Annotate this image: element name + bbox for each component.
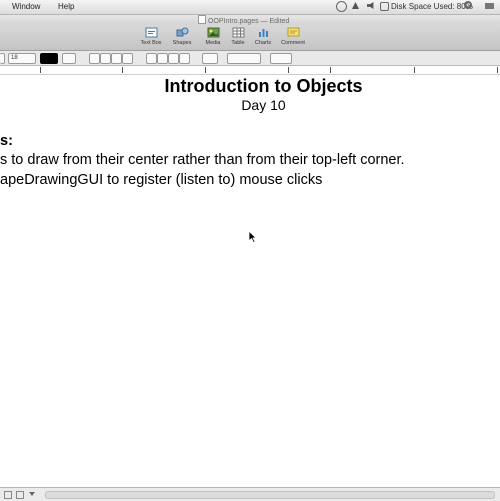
window-title: OOPIntro.pages — Edited [198,15,289,25]
align-justify-button[interactable] [179,53,190,64]
ruler-mark [205,67,206,73]
page-title[interactable]: Introduction to Objects [0,76,500,97]
italic-button[interactable] [100,53,111,64]
media-icon [207,27,219,38]
eject-icon[interactable] [352,2,359,9]
clock-icon[interactable] [336,1,347,12]
mouse-cursor-icon [249,231,257,243]
align-center-button[interactable] [157,53,168,64]
page-subtitle[interactable]: Day 10 [0,97,500,113]
align-left-button[interactable] [146,53,157,64]
disk-icon[interactable] [380,2,389,11]
columns-popup[interactable] [227,53,261,64]
menu-window[interactable]: Window [12,2,40,11]
font-family-popup[interactable] [0,53,5,64]
ruler-mark [414,67,415,73]
strikethrough-button[interactable] [122,53,133,64]
bold-button[interactable] [89,53,100,64]
ruler-indent-marker[interactable] [40,67,41,73]
charts-label: Charts [254,40,272,46]
text-box-label: Text Box [140,40,162,46]
ruler-mark [288,67,289,73]
font-size-value: 18 [11,55,18,61]
text-box-icon [145,27,157,38]
body-line[interactable]: s: [0,133,13,149]
body-line[interactable]: s to draw from their center rather than … [0,152,405,168]
volume-icon[interactable] [367,2,374,9]
menu-help[interactable]: Help [58,2,74,11]
underline-button[interactable] [111,53,122,64]
shapes-label: Shapes [172,40,192,46]
body-line[interactable]: apeDrawingGUI to register (listen to) mo… [0,172,322,188]
ruler-mark [497,67,498,73]
table-icon [232,27,244,38]
list-style-popup[interactable] [270,53,292,64]
highlight-color-well[interactable] [62,53,76,64]
comment-label: Comment [281,40,305,46]
toolbar: Text Box Shapes Media Table Charts Comme… [0,25,500,51]
horizontal-scrollbar[interactable] [45,491,495,499]
zoom-icon[interactable] [16,491,24,499]
align-right-button[interactable] [168,53,179,64]
comment-icon [287,27,299,37]
line-spacing-popup[interactable] [202,53,218,64]
menu-bar: Window Help Disk Space Used: 80% [0,0,500,15]
ruler-mark [122,67,123,73]
comment-button[interactable]: Comment [278,27,308,46]
menu-extra-icon[interactable] [485,3,494,9]
chevron-down-icon[interactable] [29,492,35,496]
window-title-text: OOPIntro.pages — Edited [208,18,290,25]
shapes-button[interactable]: Shapes [167,27,197,46]
font-size-popup[interactable]: 18 [8,53,36,64]
document-icon [198,15,206,24]
spotlight-icon[interactable] [464,1,472,9]
status-bar [0,487,500,501]
shapes-icon [176,27,188,37]
page-view-icon[interactable] [4,491,12,499]
charts-button[interactable]: Charts [248,27,278,46]
format-bar: 18 [0,51,500,66]
text-box-button[interactable]: Text Box [136,27,166,46]
ruler-mark [330,67,331,73]
disk-space-status[interactable]: Disk Space Used: 80% [391,2,473,11]
chart-icon [258,29,268,37]
ruler[interactable] [0,66,500,75]
text-color-well[interactable] [40,53,58,64]
